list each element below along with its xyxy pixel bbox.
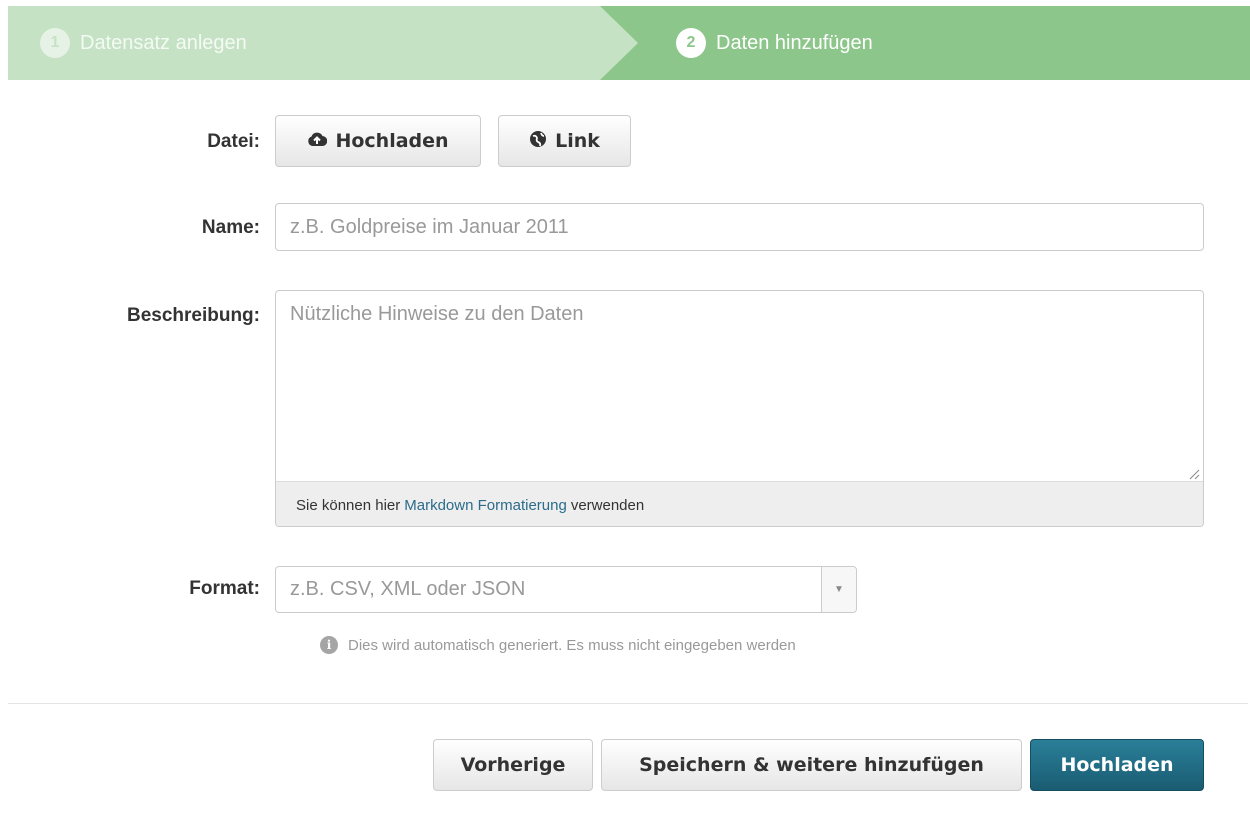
stage-2-label: Daten hinzufügen	[716, 31, 873, 54]
info-icon: i	[320, 636, 338, 654]
description-placeholder: Nützliche Hinweise zu den Daten	[290, 303, 584, 325]
resize-handle-icon[interactable]	[1188, 467, 1200, 480]
upload-file-button-label: Hochladen	[335, 130, 449, 152]
stage-2-number: 2	[676, 28, 706, 58]
stage-1-number: 1	[40, 28, 70, 58]
stage-1-label: Datensatz anlegen	[80, 31, 247, 54]
markdown-hint-prefix: Sie können hier	[296, 496, 401, 514]
globe-icon	[529, 130, 547, 153]
description-field: Nützliche Hinweise zu den Daten Sie könn…	[275, 290, 1204, 527]
format-help-text: Dies wird automatisch generiert. Es muss…	[348, 636, 796, 654]
format-help: i Dies wird automatisch generiert. Es mu…	[320, 636, 796, 654]
cloud-upload-icon	[307, 130, 328, 152]
submit-upload-button-label: Hochladen	[1060, 754, 1174, 776]
save-add-more-button-label: Speichern & weitere hinzufügen	[639, 754, 984, 776]
submit-upload-button[interactable]: Hochladen	[1030, 739, 1204, 791]
upload-file-button[interactable]: Hochladen	[275, 115, 481, 167]
name-input[interactable]: z.B. Goldpreise im Januar 2011	[275, 203, 1204, 251]
save-add-more-button[interactable]: Speichern & weitere hinzufügen	[601, 739, 1022, 791]
format-placeholder: z.B. CSV, XML oder JSON	[290, 578, 526, 600]
name-label: Name:	[201, 217, 260, 238]
markdown-hint: Sie können hier Markdown Formatierung ve…	[276, 481, 1203, 526]
link-button-label: Link	[555, 130, 600, 152]
markdown-formatting-link[interactable]: Markdown Formatierung	[404, 497, 567, 514]
description-label: Beschreibung:	[126, 305, 260, 326]
link-button[interactable]: Link	[498, 115, 631, 167]
stage-progress-bar: 1 Datensatz anlegen 2 Daten hinzufügen	[8, 6, 1250, 80]
format-label: Format:	[189, 578, 260, 599]
format-select[interactable]: z.B. CSV, XML oder JSON ▼	[275, 566, 857, 613]
name-input-placeholder: z.B. Goldpreise im Januar 2011	[290, 215, 569, 238]
previous-button[interactable]: Vorherige	[433, 739, 593, 791]
description-textarea[interactable]: Nützliche Hinweise zu den Daten	[276, 291, 1203, 481]
markdown-hint-suffix: verwenden	[570, 496, 645, 514]
file-label: Datei:	[207, 131, 260, 152]
caret-down-icon[interactable]: ▼	[821, 567, 856, 612]
stage-1[interactable]: 1 Datensatz anlegen	[40, 6, 247, 80]
divider	[8, 703, 1248, 704]
previous-button-label: Vorherige	[460, 754, 566, 776]
stage-2: 2 Daten hinzufügen	[676, 6, 873, 80]
